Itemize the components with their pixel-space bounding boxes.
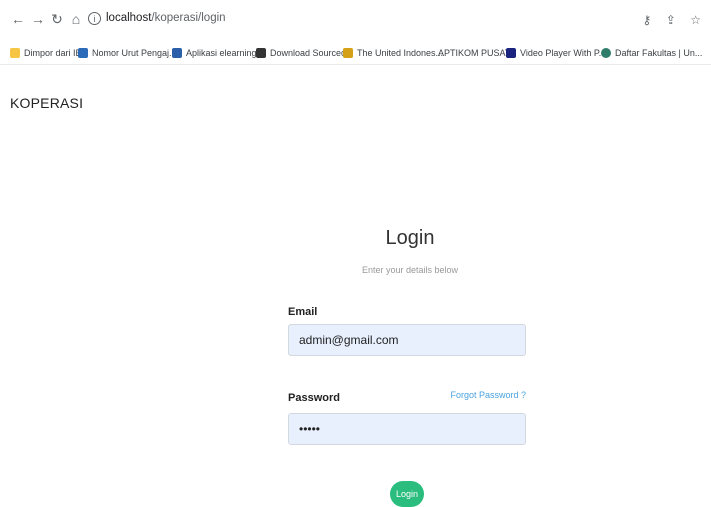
bookmarks-bar: Dimpor dari IE Nomor Urut Pengaj... Apli…	[0, 40, 711, 65]
password-field[interactable]	[288, 413, 526, 445]
reload-icon[interactable]: ↻	[49, 11, 65, 27]
app-brand[interactable]: KOPERASI	[10, 95, 83, 111]
browser-toolbar: ← → ↻ ⌂ i localhost/koperasi/login ⚷ ⇪ ☆	[0, 0, 711, 40]
bookmark-item[interactable]: Nomor Urut Pengaj...	[78, 46, 177, 60]
bookmark-item[interactable]: Daftar Fakultas | Un...	[601, 46, 702, 60]
password-label: Password	[288, 392, 340, 404]
bookmark-star-icon[interactable]: ☆	[690, 13, 701, 27]
address-url[interactable]: localhost/koperasi/login	[106, 12, 226, 24]
bookmark-item[interactable]: Dimpor dari IE	[10, 46, 82, 60]
doc-icon	[78, 48, 88, 58]
site-info-icon[interactable]: i	[88, 12, 101, 25]
home-icon[interactable]: ⌂	[68, 11, 84, 27]
bookmark-item[interactable]: The United Indones...	[343, 46, 443, 60]
bookmark-item[interactable]: Video Player With P...	[506, 46, 606, 60]
globe-icon	[601, 48, 611, 58]
garuda-icon	[343, 48, 353, 58]
folder-icon	[10, 48, 20, 58]
login-subtitle: Enter your details below	[361, 265, 459, 275]
bookmark-item[interactable]: Aplikasi elearning...	[172, 46, 264, 60]
source-icon	[256, 48, 266, 58]
elearning-icon	[172, 48, 182, 58]
login-title: Login	[385, 227, 435, 249]
email-field[interactable]	[288, 324, 526, 356]
address-bar[interactable]: i localhost/koperasi/login	[88, 10, 648, 30]
video-icon	[506, 48, 516, 58]
forward-arrow-icon[interactable]: →	[30, 11, 46, 27]
share-icon[interactable]: ⇪	[666, 13, 676, 27]
bookmark-item[interactable]: Download Sourcec...	[256, 46, 353, 60]
bookmark-item[interactable]: APTIKOM PUSAT	[438, 46, 510, 60]
email-label: Email	[288, 306, 318, 318]
forgot-password-link[interactable]: Forgot Password ?	[446, 390, 526, 400]
back-arrow-icon[interactable]: ←	[10, 11, 26, 27]
key-icon[interactable]: ⚷	[642, 13, 651, 27]
login-button[interactable]: Login	[390, 481, 424, 507]
